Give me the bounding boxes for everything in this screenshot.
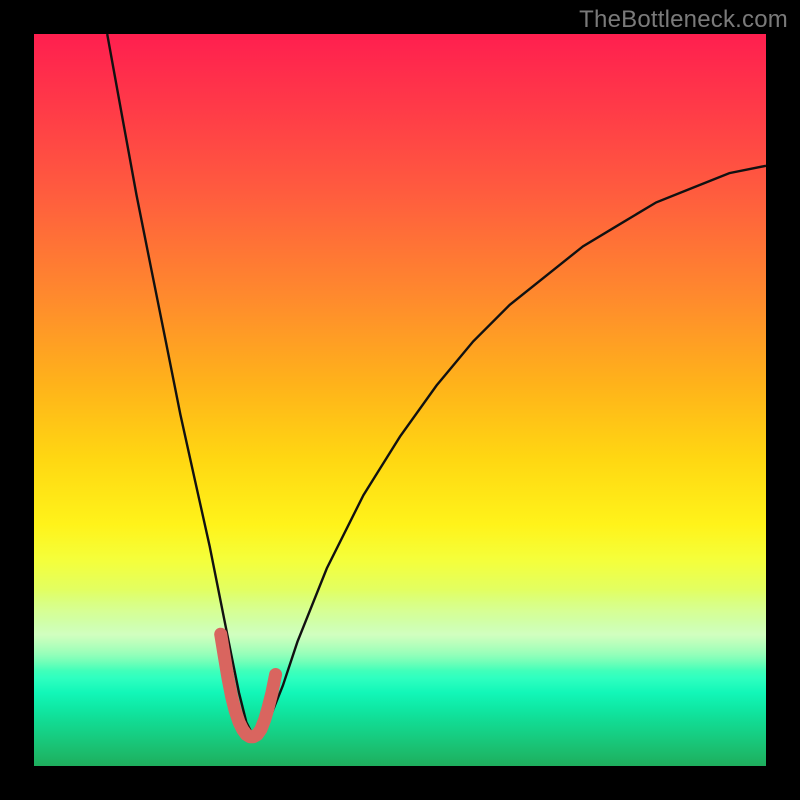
bottleneck-minimum-highlight	[221, 634, 276, 737]
curve-layer	[34, 34, 766, 766]
chart-frame: TheBottleneck.com	[0, 0, 800, 800]
watermark-text: TheBottleneck.com	[579, 6, 788, 34]
bottleneck-curve	[107, 34, 766, 737]
plot-area	[34, 34, 766, 766]
